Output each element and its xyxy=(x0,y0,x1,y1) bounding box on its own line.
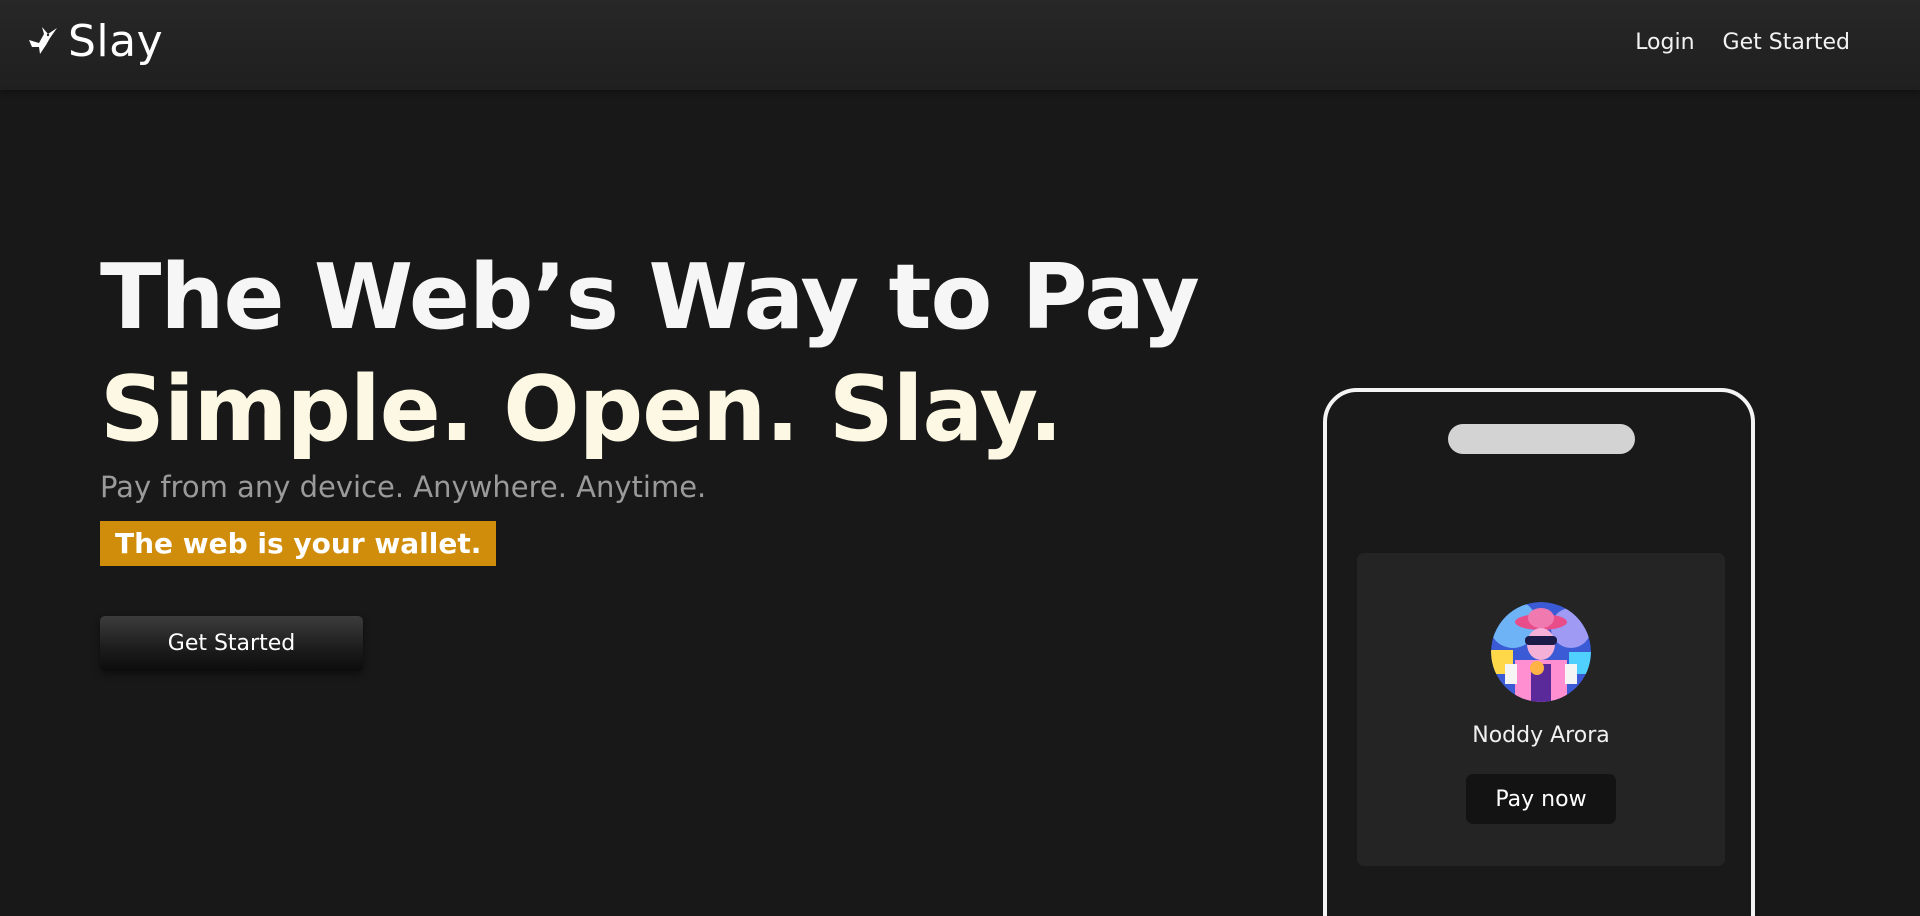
phone-mockup: Noddy Arora Pay now xyxy=(1323,388,1755,916)
landing-page: Slay Login Get Started The Web’s Way to … xyxy=(0,0,1920,916)
brand-logo-link[interactable]: Slay xyxy=(26,14,163,70)
hero-title: The Web’s Way to Pay xyxy=(100,245,1200,350)
payee-name: Noddy Arora xyxy=(1472,723,1610,748)
nav-links: Login Get Started xyxy=(1635,30,1850,55)
brand-name: Slay xyxy=(68,16,164,67)
navbar: Slay Login Get Started xyxy=(0,0,1920,90)
pay-now-button[interactable]: Pay now xyxy=(1466,774,1616,824)
hero-highlight-badge: The web is your wallet. xyxy=(100,521,497,566)
get-started-button[interactable]: Get Started xyxy=(100,616,363,671)
phone-notch xyxy=(1448,424,1635,454)
bird-icon xyxy=(29,27,57,54)
hero-subtitle: Pay from any device. Anywhere. Anytime. xyxy=(100,470,707,504)
hero-tagline: Simple. Open. Slay. xyxy=(100,357,1063,462)
nav-login-link[interactable]: Login xyxy=(1635,30,1694,55)
nav-get-started-link[interactable]: Get Started xyxy=(1723,30,1850,55)
payee-avatar xyxy=(1491,602,1591,702)
payment-card: Noddy Arora Pay now xyxy=(1357,553,1725,866)
